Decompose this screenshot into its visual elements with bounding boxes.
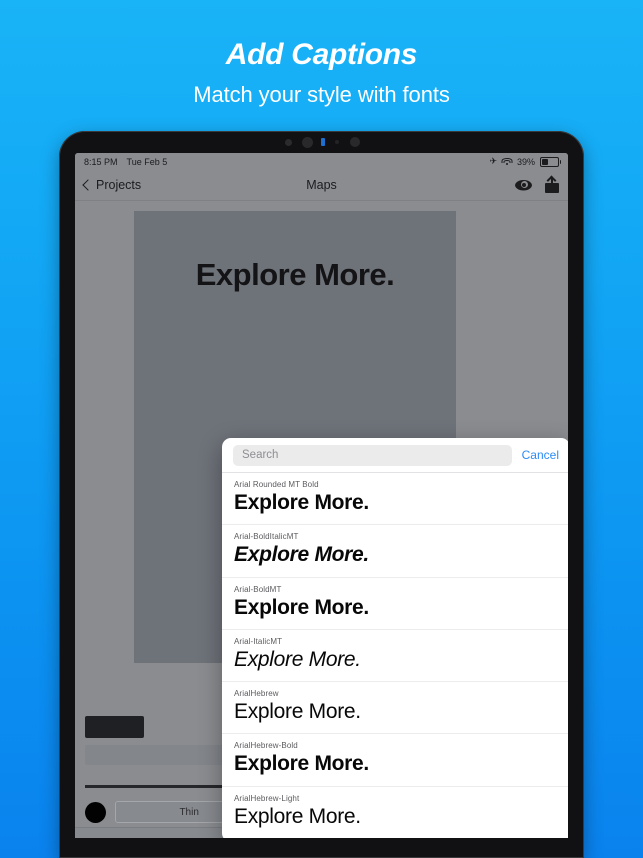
- device-screen: 8:15 PM Tue Feb 5 ✈ 39% Projects Maps Ex…: [75, 153, 568, 838]
- camera-lens-secondary-icon: [350, 137, 360, 147]
- font-sample-text: Explore More.: [234, 543, 369, 567]
- list-item[interactable]: ArialHebrew-Light Explore More.: [222, 787, 568, 838]
- list-item[interactable]: ArialHebrew Explore More.: [222, 682, 568, 735]
- camera-lens-icon: [302, 137, 313, 148]
- share-icon[interactable]: [545, 175, 559, 193]
- font-name-label: ArialHebrew-Light: [234, 793, 300, 803]
- status-date: Tue Feb 5: [126, 156, 168, 167]
- font-sample-text: Explore More.: [234, 595, 369, 619]
- text-color-field[interactable]: [85, 716, 144, 738]
- airplane-mode-icon: ✈: [489, 156, 497, 166]
- font-sample-text: Explore More.: [234, 700, 361, 723]
- font-picker-modal: Search Cancel Arial Rounded MT Bold Expl…: [222, 438, 568, 838]
- font-sample-text: Explore More.: [234, 804, 361, 828]
- font-sample-text: Explore More.: [234, 752, 369, 776]
- cancel-button[interactable]: Cancel: [522, 448, 559, 462]
- battery-icon: [540, 156, 561, 167]
- promo-header: Add Captions Match your style with fonts: [0, 0, 643, 107]
- sensor-dot-icon: [285, 139, 292, 146]
- font-name-label: Arial-BoldMT: [234, 584, 282, 594]
- page-title: Add Captions: [225, 38, 418, 71]
- font-search-bar: Search Cancel: [222, 438, 568, 473]
- font-name-label: Arial Rounded MT Bold: [234, 480, 319, 489]
- font-list[interactable]: Arial Rounded MT Bold Explore More. Aria…: [222, 473, 568, 838]
- back-button-label: Projects: [96, 178, 142, 192]
- search-placeholder: Search: [242, 449, 279, 461]
- page-subtitle: Match your style with fonts: [193, 82, 450, 107]
- search-input[interactable]: Search: [233, 444, 512, 466]
- font-name-label: Arial-ItalicMT: [234, 636, 283, 646]
- list-item[interactable]: Arial Rounded MT Bold Explore More.: [222, 473, 568, 526]
- list-item[interactable]: Arial-ItalicMT Explore More.: [222, 630, 568, 682]
- indicator-led-icon: [321, 138, 325, 146]
- font-sample-text: Explore More.: [234, 647, 361, 671]
- sensor-dot-small-icon: [335, 140, 339, 144]
- list-item[interactable]: ArialHebrew-Bold Explore More.: [222, 734, 568, 787]
- navigation-bar: Projects Maps: [75, 170, 568, 201]
- list-item[interactable]: Arial-BoldMT Explore More.: [222, 578, 568, 630]
- device-top-bezel: [59, 131, 584, 153]
- eye-icon[interactable]: [515, 179, 532, 191]
- font-name-label: Arial-BoldItalicMT: [234, 532, 299, 542]
- list-item[interactable]: Arial-BoldItalicMT Explore More.: [222, 525, 568, 578]
- battery-percent-label: 39%: [516, 156, 535, 167]
- font-name-label: ArialHebrew-Bold: [234, 741, 298, 751]
- wifi-icon: [501, 157, 513, 166]
- font-sample-text: Explore More.: [234, 491, 369, 514]
- status-time: 8:15 PM: [84, 156, 118, 167]
- color-swatch-button[interactable]: [85, 801, 106, 823]
- project-title: Maps: [306, 178, 337, 192]
- status-bar: 8:15 PM Tue Feb 5 ✈ 39%: [75, 153, 568, 170]
- chevron-left-icon: [82, 179, 94, 191]
- tablet-device-frame: 8:15 PM Tue Feb 5 ✈ 39% Projects Maps Ex…: [59, 131, 584, 858]
- back-button[interactable]: Projects: [82, 178, 142, 192]
- caption-text[interactable]: Explore More.: [134, 257, 456, 293]
- font-name-label: ArialHebrew: [234, 689, 279, 698]
